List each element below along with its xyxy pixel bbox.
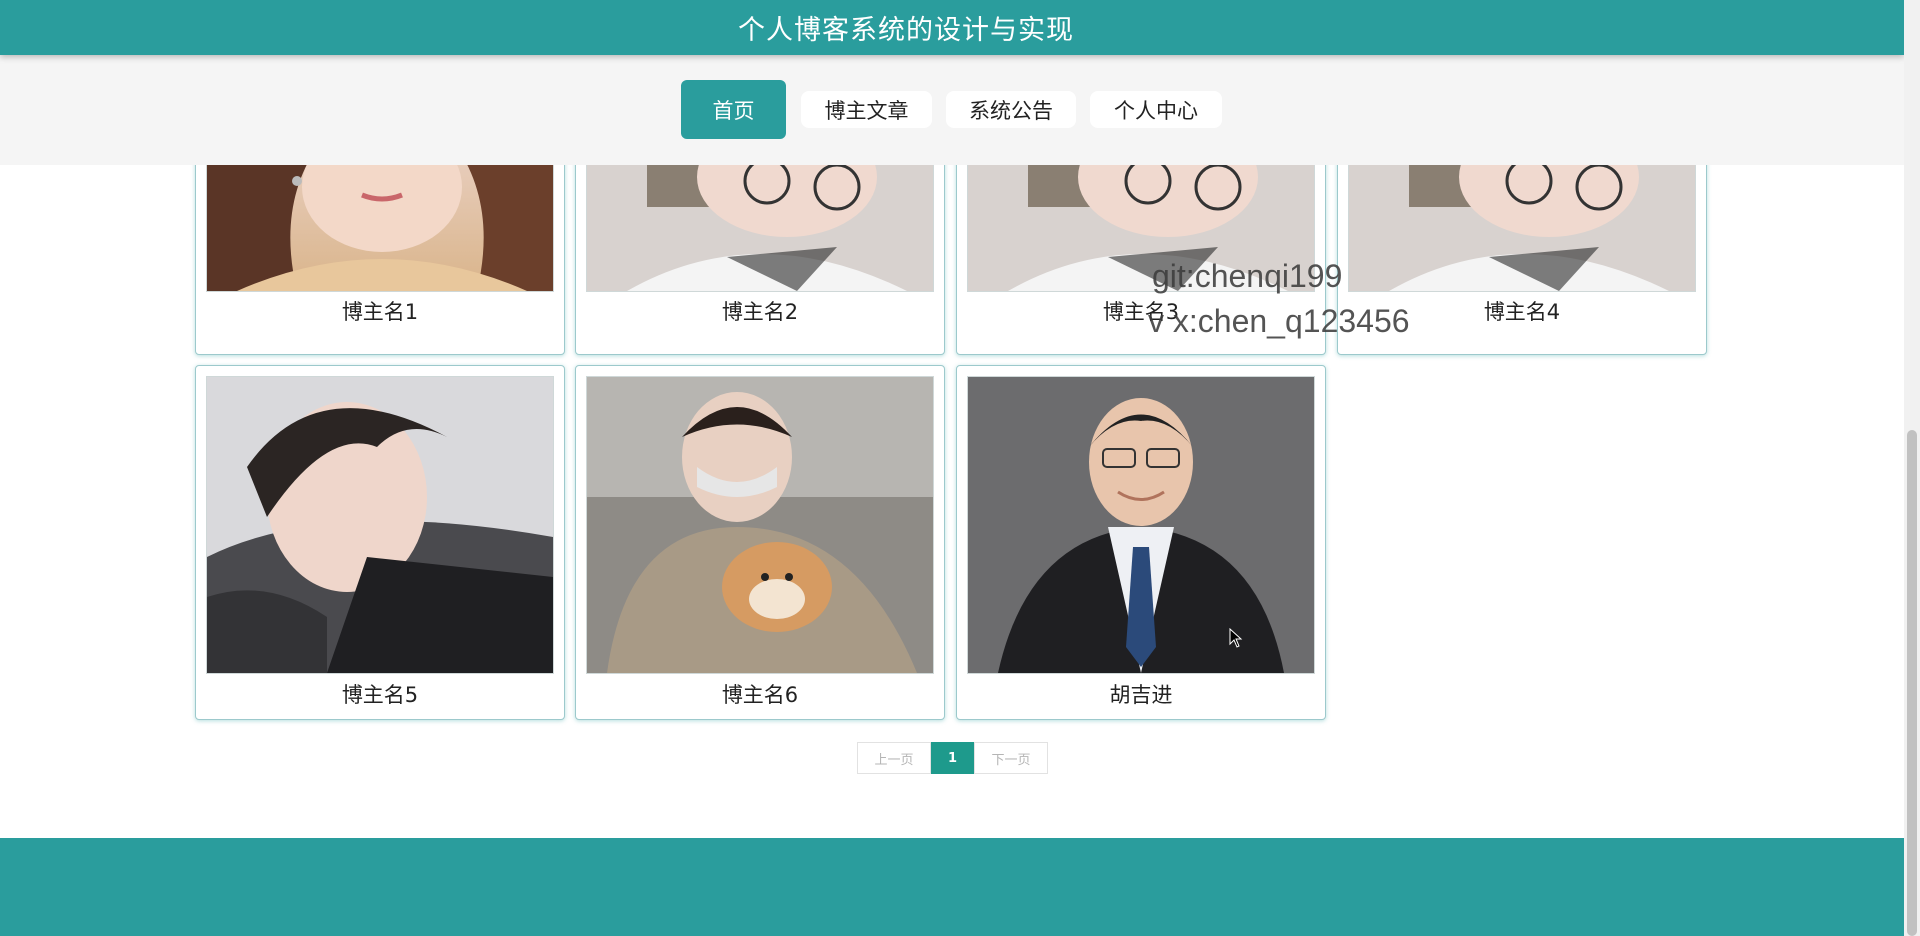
blogger-list: 博主名1 博主名2 博主名3 博主名4 博主名5 博主名6 胡吉进 (0, 145, 1904, 801)
site-footer (0, 838, 1904, 936)
blogger-photo[interactable] (206, 146, 554, 292)
next-page-button[interactable]: 下一页 (974, 742, 1048, 774)
pagination: 上一页 1 下一页 (857, 742, 1048, 774)
blogger-photo[interactable] (1348, 146, 1696, 292)
blogger-card[interactable]: 博主名5 (195, 365, 565, 720)
blogger-photo[interactable] (206, 376, 554, 674)
blogger-name[interactable]: 博主名1 (196, 296, 564, 326)
blogger-name[interactable]: 胡吉进 (957, 679, 1325, 709)
watermark-line-1: git:chenqi199 (1152, 258, 1343, 294)
nav-personal-center[interactable]: 个人中心 (1090, 91, 1222, 128)
page: 个人博客系统的设计与实现 首页 博主文章 系统公告 个人中心 博主名1 博主名2… (0, 0, 1920, 936)
page-number-1[interactable]: 1 (931, 742, 974, 774)
nav-home[interactable]: 首页 (681, 80, 786, 139)
blogger-name[interactable]: 博主名6 (576, 679, 944, 709)
nav-blogger-articles[interactable]: 博主文章 (801, 91, 932, 128)
blogger-card[interactable]: 博主名1 (195, 145, 565, 355)
nav-announcements[interactable]: 系统公告 (946, 91, 1076, 128)
site-title: 个人博客系统的设计与实现 (738, 15, 1074, 46)
blogger-name[interactable]: 博主名5 (196, 679, 564, 709)
site-header: 个人博客系统的设计与实现 (0, 0, 1904, 55)
blogger-name[interactable]: 博主名2 (576, 296, 944, 326)
blogger-photo[interactable] (586, 376, 934, 674)
mouse-cursor-icon (1229, 628, 1243, 648)
watermark-line-2: v x:chen_q123456 (1148, 303, 1410, 339)
scrollbar-thumb[interactable] (1907, 430, 1917, 936)
blogger-card[interactable]: 博主名6 (575, 365, 945, 720)
prev-page-button[interactable]: 上一页 (857, 742, 931, 774)
blogger-card[interactable]: 博主名2 (575, 145, 945, 355)
vertical-scrollbar[interactable] (1904, 0, 1920, 936)
main-nav: 首页 博主文章 系统公告 个人中心 (0, 55, 1904, 165)
blogger-card[interactable]: 胡吉进 (956, 365, 1326, 720)
blogger-photo[interactable] (586, 146, 934, 292)
blogger-photo[interactable] (967, 376, 1315, 674)
